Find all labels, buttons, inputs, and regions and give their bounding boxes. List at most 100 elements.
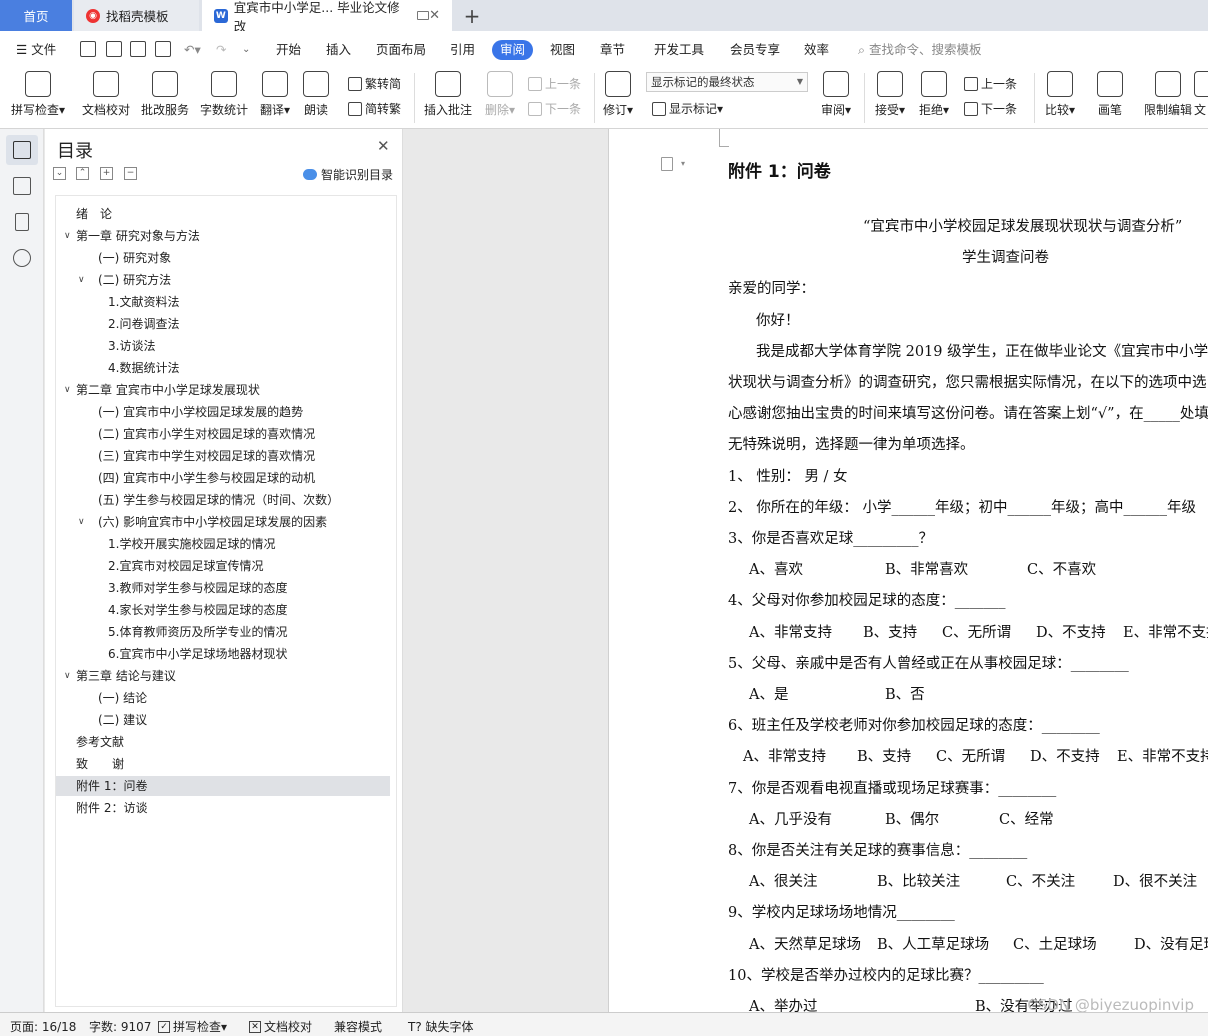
trad-to-simp-icon <box>348 76 362 91</box>
spell-check-button[interactable]: 拼写检查▾ <box>8 71 68 118</box>
outline-item[interactable]: (二) 宜宾市小学生对校园足球的喜欢情况 <box>56 424 315 444</box>
outline-item[interactable]: ∨ (二) 研究方法 <box>56 270 171 290</box>
document-page[interactable]: ▾ 附件 1：问卷 “宜宾市中小学校园足球发展现状现状与调查分析” 学生调查问卷… <box>608 129 1208 1012</box>
outline-item[interactable]: (二) 建议 <box>56 710 147 730</box>
compat-mode-status[interactable]: 兼容模式 <box>334 1018 382 1035</box>
insert-comment-button[interactable]: 插入批注 <box>418 71 478 118</box>
menu-member[interactable]: 会员专享 <box>722 40 788 60</box>
file-menu[interactable]: ☰ 文件 <box>8 40 64 60</box>
doc-check-status[interactable]: ✕ 文档校对 <box>249 1018 312 1035</box>
outline-item[interactable]: 附件 2：访谈 <box>56 798 147 818</box>
doc-check-button[interactable]: 文档校对 <box>76 71 136 118</box>
expand-all-icon[interactable]: ⌄ <box>53 167 66 180</box>
bookmark-icon[interactable] <box>15 213 29 231</box>
page-indicator[interactable]: 页面: 16/18 <box>10 1018 76 1035</box>
outline-item[interactable]: 6.宜宾市中小学足球场地器材现状 <box>56 644 287 664</box>
outline-item[interactable]: ∨ (六) 影响宜宾市中小学校园足球发展的因素 <box>56 512 327 532</box>
new-tab-button[interactable]: + <box>460 0 484 31</box>
menu-home[interactable]: 开始 <box>268 40 309 60</box>
menu-view[interactable]: 视图 <box>542 40 583 60</box>
outline-item[interactable]: 绪 论 <box>56 204 112 224</box>
chevron-down-icon[interactable]: ∨ <box>78 270 90 290</box>
chevron-down-icon[interactable]: ∨ <box>64 666 76 686</box>
outline-item[interactable]: 2.宜宾市对校园足球宣传情况 <box>56 556 263 576</box>
menu-references[interactable]: 引用 <box>442 40 483 60</box>
outline-item[interactable]: 3.教师对学生参与校园足球的态度 <box>56 578 287 598</box>
outline-item[interactable]: 2.问卷调查法 <box>56 314 179 334</box>
outline-item[interactable]: 1.学校开展实施校园足球的情况 <box>56 534 275 554</box>
menu-insert[interactable]: 插入 <box>318 40 359 60</box>
paragraph-layout-icon[interactable] <box>661 157 673 171</box>
print-icon[interactable] <box>130 41 146 57</box>
menu-developer[interactable]: 开发工具 <box>646 40 712 60</box>
outline-item[interactable]: (一) 结论 <box>56 688 147 708</box>
more-chevron-icon[interactable]: ⌄ <box>234 40 258 60</box>
chapter-nav-icon[interactable] <box>13 177 31 195</box>
outline-item[interactable]: 5.体育教师资历及所学专业的情况 <box>56 622 287 642</box>
menu-review[interactable]: 审阅 <box>492 40 534 60</box>
delete-comment-button[interactable]: 删除▾ <box>470 71 530 118</box>
outline-title: 目录 <box>57 141 93 162</box>
batch-service-button[interactable]: 批改服务 <box>135 71 195 118</box>
export-pdf-icon[interactable] <box>106 41 122 57</box>
track-changes-button[interactable]: 修订▾ <box>588 71 648 118</box>
word-count-indicator[interactable]: 字数: 9107 <box>89 1018 151 1035</box>
outline-item[interactable]: ∨ 第三章 结论与建议 <box>56 666 176 686</box>
window-icon[interactable] <box>417 11 430 20</box>
menu-efficiency[interactable]: 效率 <box>796 40 837 60</box>
tab-document[interactable]: W 宜宾市中小学足... 毕业论文修改 ✕ <box>202 0 452 34</box>
outline-item[interactable]: ∨ 第二章 宜宾市中小学足球发展现状 <box>56 380 260 400</box>
chevron-down-icon[interactable]: ∨ <box>64 226 76 246</box>
prev-comment-button[interactable]: 上一条 <box>528 75 581 92</box>
menu-layout[interactable]: 页面布局 <box>368 40 434 60</box>
outline-item[interactable]: (一) 研究对象 <box>56 248 171 268</box>
close-icon[interactable]: ✕ <box>377 137 390 155</box>
collapse-all-icon[interactable]: ⌃ <box>76 167 89 180</box>
markup-state-select[interactable]: 显示标记的最终状态 ▼ <box>646 72 808 92</box>
outline-item[interactable]: 参考文献 <box>56 732 124 752</box>
spell-check-status[interactable]: ✓ 拼写检查 ▾ <box>158 1018 227 1035</box>
next-change-button[interactable]: 下一条 <box>964 100 1017 117</box>
read-aloud-button[interactable]: 朗读 <box>286 71 346 118</box>
outline-item[interactable]: (三) 宜宾市中学生对校园足球的喜欢情况 <box>56 446 315 466</box>
simp-to-trad-button[interactable]: 简转繁 <box>348 100 401 117</box>
reject-button[interactable]: 拒绝▾ <box>904 71 964 118</box>
next-comment-button[interactable]: 下一条 <box>528 100 581 117</box>
prev-change-button[interactable]: 上一条 <box>964 75 1017 92</box>
tab-template[interactable]: ◉ 找稻壳模板 <box>74 0 199 31</box>
menu-section[interactable]: 章节 <box>592 40 633 60</box>
command-search[interactable]: ⌕ 查找命令、搜索模板 <box>850 40 990 60</box>
chevron-down-icon[interactable]: ∨ <box>78 512 90 532</box>
outline-item[interactable]: 1.文献资料法 <box>56 292 179 312</box>
review-pane-button[interactable]: 审阅▾ <box>806 71 866 118</box>
remove-heading-icon[interactable]: − <box>124 167 137 180</box>
close-tab-icon[interactable]: ✕ <box>429 8 440 23</box>
restrict-editing-button[interactable]: 限制编辑 <box>1138 71 1198 118</box>
doc-permission-button[interactable]: 文 <box>1194 71 1208 118</box>
undo-icon[interactable]: ↶▾ <box>176 40 209 60</box>
smart-toc-button[interactable]: 智能识别目录 <box>303 166 393 183</box>
pen-button[interactable]: 画笔 <box>1080 71 1140 118</box>
redo-icon[interactable]: ↷ <box>208 40 234 60</box>
outline-item[interactable]: 4.家长对学生参与校园足球的态度 <box>56 600 287 620</box>
chevron-down-icon[interactable]: ▾ <box>681 159 685 168</box>
outline-item[interactable]: 附件 1：问卷 <box>56 776 390 796</box>
outline-item[interactable]: 3.访谈法 <box>56 336 155 356</box>
print-preview-icon[interactable] <box>155 41 171 57</box>
outline-item[interactable]: (四) 宜宾市中小学生参与校园足球的动机 <box>56 468 315 488</box>
document-canvas[interactable]: ▾ 附件 1：问卷 “宜宾市中小学校园足球发展现状现状与调查分析” 学生调查问卷… <box>404 129 1208 1012</box>
show-markup-button[interactable]: 显示标记 ▾ <box>652 100 723 117</box>
save-icon[interactable] <box>80 41 96 57</box>
outline-item[interactable]: 4.数据统计法 <box>56 358 179 378</box>
chevron-down-icon[interactable]: ∨ <box>64 380 76 400</box>
outline-item[interactable]: (一) 宜宾市中小学校园足球发展的趋势 <box>56 402 303 422</box>
outline-nav-icon[interactable] <box>13 141 31 159</box>
outline-item[interactable]: 致 谢 <box>56 754 124 774</box>
missing-font-status[interactable]: T? 缺失字体 <box>408 1018 474 1035</box>
outline-item[interactable]: ∨ 第一章 研究对象与方法 <box>56 226 200 246</box>
tab-home[interactable]: 首页 <box>0 0 72 31</box>
search-icon[interactable] <box>13 249 31 267</box>
add-heading-icon[interactable]: + <box>100 167 113 180</box>
outline-item[interactable]: (五) 学生参与校园足球的情况（时间、次数） <box>56 490 339 510</box>
trad-to-simp-button[interactable]: 繁转简 <box>348 75 401 92</box>
